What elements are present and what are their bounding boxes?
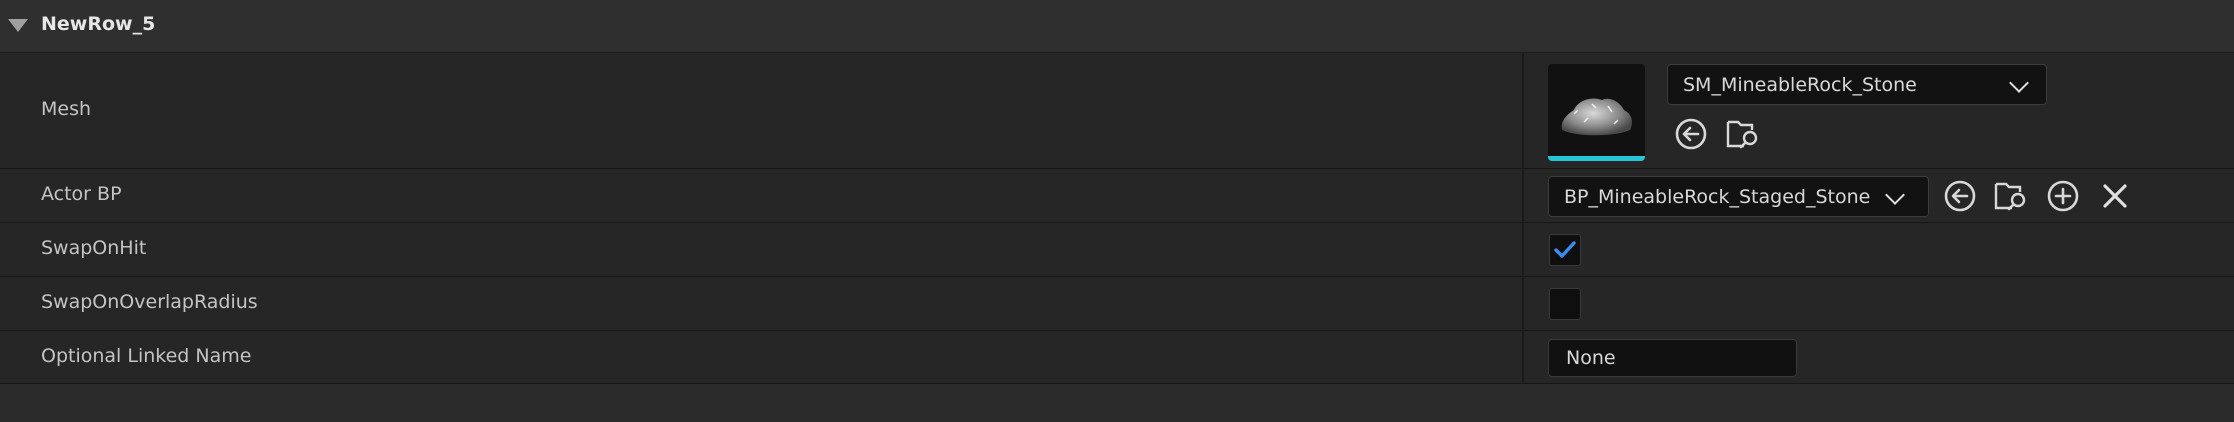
browse-folder-icon[interactable] [1726,116,1760,150]
actor-bp-asset-dropdown[interactable]: BP_MineableRock_Staged_Stone [1548,176,1929,217]
chevron-down-icon [1885,184,1905,205]
property-row-optional-linked-name: Optional Linked Name [0,331,2234,384]
property-label: SwapOnHit [41,237,147,259]
browse-folder-icon[interactable] [1994,178,2028,212]
mesh-thumbnail[interactable] [1548,64,1645,161]
swap-on-overlap-radius-checkbox[interactable] [1549,288,1581,320]
property-label: SwapOnOverlapRadius [41,291,258,313]
actor-bp-asset-value: BP_MineableRock_Staged_Stone [1564,185,1871,208]
chevron-down-icon [2009,72,2029,93]
collapse-triangle-icon[interactable] [8,19,28,32]
mesh-asset-value: SM_MineableRock_Stone [1683,73,1917,96]
property-label: Actor BP [41,183,122,205]
optional-linked-name-value: None [1566,347,1616,369]
property-row-swap-on-hit: SwapOnHit [0,223,2234,277]
checkmark-icon [1554,241,1576,258]
use-selected-arrow-icon[interactable] [1943,179,1977,213]
column-divider[interactable] [1522,53,1524,384]
swap-on-hit-checkbox[interactable] [1549,234,1581,266]
panel-footer [0,384,2234,422]
property-label: Mesh [41,98,92,120]
section-title: NewRow_5 [41,13,156,35]
add-icon[interactable] [2046,179,2080,213]
mesh-asset-dropdown[interactable]: SM_MineableRock_Stone [1667,64,2047,105]
optional-linked-name-field[interactable]: None [1548,339,1797,377]
section-header[interactable]: NewRow_5 [0,0,2234,53]
property-row-swap-on-overlap-radius: SwapOnOverlapRadius [0,277,2234,331]
rock-thumbnail-image [1561,98,1632,136]
use-selected-arrow-icon[interactable] [1674,117,1708,151]
property-label: Optional Linked Name [41,345,252,367]
thumbnail-accent-bar [1548,156,1645,161]
clear-x-icon[interactable] [2098,179,2132,213]
